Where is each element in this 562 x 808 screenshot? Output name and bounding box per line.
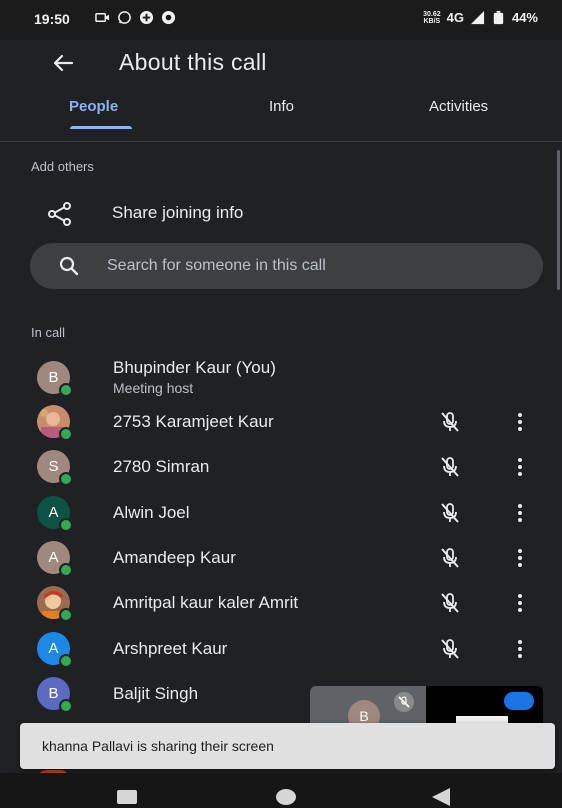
- back-button[interactable]: [432, 788, 450, 806]
- network-speed-unit: KB/S: [423, 17, 441, 25]
- system-navigation-bar: [0, 773, 562, 808]
- chrome-icon: [161, 10, 176, 25]
- more-vert-icon[interactable]: [508, 501, 532, 525]
- snackbar: khanna Pallavi is sharing their screen: [20, 723, 555, 769]
- battery-icon: [493, 10, 504, 25]
- notification-icons: [95, 10, 176, 25]
- mic-off-icon[interactable]: [438, 455, 462, 479]
- online-status-dot: [59, 427, 73, 441]
- participant-row[interactable]: S 2780 Simran: [0, 446, 562, 490]
- participant-name: 2753 Karamjeet Kaur: [113, 412, 274, 431]
- mic-off-icon[interactable]: [438, 546, 462, 570]
- participant-name: Baljit Singh: [113, 684, 199, 703]
- tab-activities[interactable]: Activities: [429, 98, 488, 115]
- participant-row[interactable]: A Arshpreet Kaur: [0, 628, 562, 672]
- tab-bar: People Info Activities: [0, 90, 562, 132]
- network-type: 4G: [446, 10, 464, 25]
- call-details-screen: 19:50 30.62 KB/S 4G 44% About this call …: [0, 0, 562, 808]
- status-bar: 19:50 30.62 KB/S 4G 44%: [0, 0, 562, 40]
- mic-off-icon[interactable]: [438, 501, 462, 525]
- in-call-label: In call: [31, 325, 65, 340]
- more-vert-icon[interactable]: [508, 546, 532, 570]
- online-status-dot: [59, 518, 73, 532]
- more-vert-icon[interactable]: [508, 410, 532, 434]
- home-button[interactable]: [276, 789, 296, 805]
- share-icon: [48, 202, 71, 226]
- add-others-label: Add others: [31, 159, 94, 174]
- page-title: About this call: [119, 49, 267, 75]
- presenting-badge-icon: [504, 692, 534, 710]
- online-status-dot: [59, 383, 73, 397]
- participant-name: Arshpreet Kaur: [113, 639, 228, 658]
- participant-name: Bhupinder Kaur (You): [113, 358, 276, 377]
- system-status-icons: 30.62 KB/S 4G 44%: [423, 10, 538, 25]
- arrow-left-icon[interactable]: [48, 48, 78, 78]
- mic-off-icon[interactable]: [438, 591, 462, 615]
- more-vert-icon[interactable]: [508, 455, 532, 479]
- share-joining-info-label: Share joining info: [112, 203, 244, 222]
- search-placeholder: Search for someone in this call: [107, 257, 326, 274]
- video-notification-icon: [95, 13, 110, 22]
- status-time: 19:50: [34, 11, 70, 27]
- online-status-dot: [59, 472, 73, 486]
- participant-name: 2780 Simran: [113, 457, 210, 476]
- tab-info[interactable]: Info: [269, 98, 294, 115]
- participant-row[interactable]: A Amandeep Kaur: [0, 537, 562, 581]
- participant-row[interactable]: Amritpal kaur kaler Amrit: [0, 582, 562, 626]
- whatsapp-icon: [118, 11, 131, 24]
- snackbar-message: khanna Pallavi is sharing their screen: [42, 738, 274, 754]
- participant-name: Amandeep Kaur: [113, 548, 236, 567]
- online-status-dot: [59, 608, 73, 622]
- app-notification-icon: [139, 10, 154, 25]
- network-speed-value: 30.62: [423, 10, 441, 18]
- participant-row[interactable]: B Bhupinder Kaur (You) Meeting host: [0, 356, 562, 400]
- mic-off-icon[interactable]: [438, 637, 462, 661]
- more-vert-icon[interactable]: [508, 591, 532, 615]
- network-speed: 30.62 KB/S: [423, 11, 441, 25]
- tab-people[interactable]: People: [69, 98, 118, 115]
- participant-row[interactable]: 2753 Karamjeet Kaur: [0, 401, 562, 445]
- search-input[interactable]: Search for someone in this call: [30, 243, 543, 289]
- active-tab-indicator: [70, 126, 132, 129]
- participant-role: Meeting host: [113, 380, 194, 396]
- signal-icon: [470, 10, 485, 25]
- mic-off-icon: [394, 692, 414, 712]
- tabs-divider: [0, 141, 562, 142]
- share-joining-info-button[interactable]: Share joining info: [0, 190, 562, 236]
- app-header: About this call: [0, 40, 562, 90]
- online-status-dot: [59, 563, 73, 577]
- participant-name: Alwin Joel: [113, 503, 190, 522]
- search-icon: [59, 256, 79, 276]
- online-status-dot: [59, 654, 73, 668]
- mic-off-icon[interactable]: [438, 410, 462, 434]
- online-status-dot: [59, 699, 73, 713]
- battery-level: 44%: [511, 10, 538, 25]
- recent-apps-button[interactable]: [117, 790, 137, 804]
- more-vert-icon[interactable]: [508, 637, 532, 661]
- participant-name: Amritpal kaur kaler Amrit: [113, 593, 299, 612]
- participant-row[interactable]: A Alwin Joel: [0, 492, 562, 536]
